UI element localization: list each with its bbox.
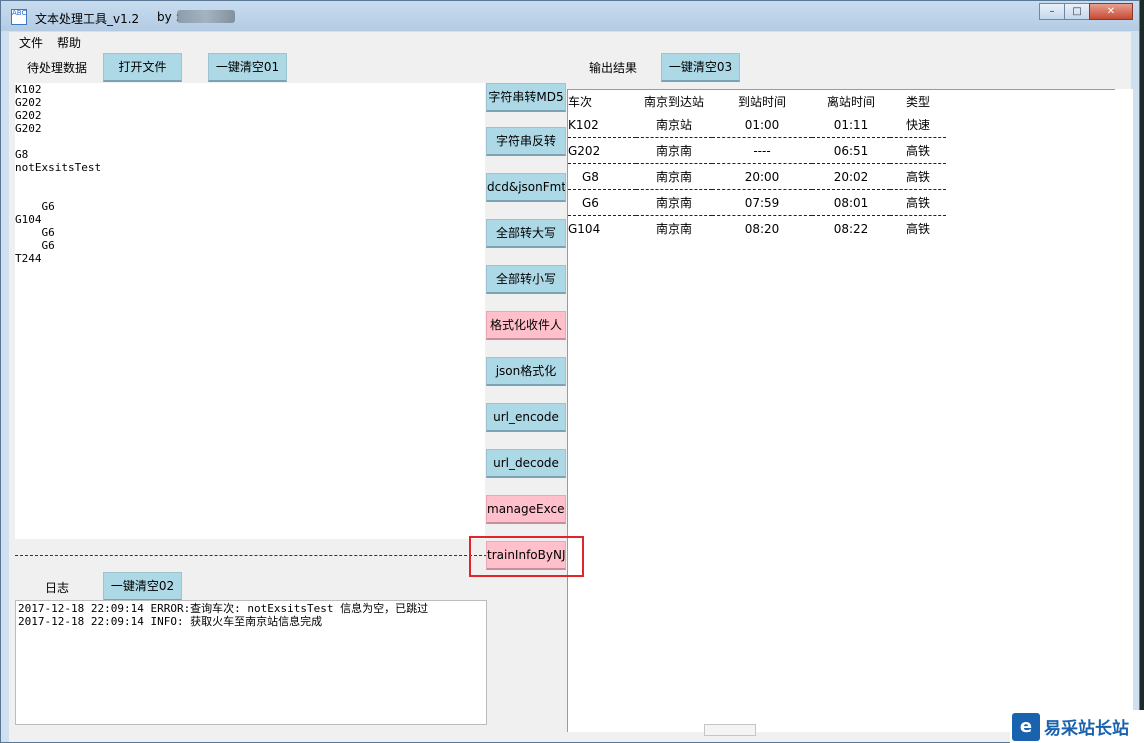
cell-arrive-time: 07:59	[712, 189, 812, 216]
cell-type: 高铁	[890, 137, 946, 164]
app-icon: ABC	[11, 9, 27, 25]
watermark-icon: e	[1012, 712, 1040, 741]
horizontal-scroll-thumb[interactable]	[704, 724, 756, 736]
header-train-no: 车次	[568, 94, 593, 109]
cell-arrive-time: ----	[712, 137, 812, 164]
client-area: 待处理数据 打开文件 一键清空01 K102 G202 G202 G202 G8…	[9, 51, 1133, 742]
window-controls: – □ ✕	[1039, 3, 1133, 21]
log-label: 日志	[45, 581, 70, 595]
app-window: ABC 文本处理工具_v1.2 by : – □ ✕ 文件 帮助 待处理数据 打…	[0, 0, 1140, 743]
tool-button-lowercase[interactable]: 全部转小写	[486, 265, 566, 294]
cell-depart-time: 08:22	[833, 221, 869, 236]
watermark-logo: e 易采站长站	[1010, 710, 1144, 743]
cell-type: 快速	[890, 112, 946, 138]
table-row: G104 南京南 08:20 08:22 高铁	[568, 216, 946, 242]
cell-station: 南京南	[636, 189, 712, 216]
close-button[interactable]: ✕	[1089, 3, 1133, 20]
open-file-button[interactable]: 打开文件	[103, 53, 182, 82]
input-label: 待处理数据	[27, 61, 88, 75]
divider	[15, 555, 487, 556]
maximize-button[interactable]: □	[1064, 3, 1090, 20]
input-textarea[interactable]: K102 G202 G202 G202 G8 notExsitsTest G6 …	[15, 83, 485, 539]
cell-train-no: G8	[568, 163, 636, 190]
tool-button-manage-excel[interactable]: manageExcel	[486, 495, 566, 524]
table-row: G202 南京南 ---- 06:51 高铁	[568, 137, 946, 164]
tool-button-format-recipient[interactable]: 格式化收件人	[486, 311, 566, 340]
cell-arrive-time: 08:20	[744, 221, 780, 236]
cell-arrive-time: 20:00	[712, 163, 812, 190]
cell-station: 南京南	[636, 137, 712, 164]
cell-station: 南京站	[636, 112, 712, 138]
header-arrive-time: 到站时间	[737, 94, 786, 109]
cell-train-no: K102	[568, 112, 636, 138]
tool-button-md5[interactable]: 字符串转MD5	[486, 83, 566, 112]
cell-station: 南京南	[655, 222, 692, 236]
cell-depart-time: 08:01	[812, 189, 890, 216]
highlight-box	[469, 536, 584, 577]
header-station: 南京到达站	[643, 94, 704, 109]
title-bar: ABC 文本处理工具_v1.2 by : – □ ✕	[1, 1, 1139, 31]
cell-arrive-time: 01:00	[712, 112, 812, 138]
cell-station: 南京南	[636, 163, 712, 190]
cell-type: 高铁	[890, 163, 946, 190]
tool-button-url-encode[interactable]: url_encode	[486, 403, 566, 432]
menu-file[interactable]: 文件	[19, 34, 43, 51]
header-type: 类型	[905, 94, 930, 109]
menu-bar: 文件 帮助	[9, 32, 1131, 52]
log-textarea[interactable]: 2017-12-18 22:09:14 ERROR:查询车次: notExsit…	[15, 600, 487, 725]
cell-type: 高铁	[905, 222, 930, 236]
output-label: 输出结果	[589, 61, 638, 75]
table-row: G8 南京南 20:00 20:02 高铁	[568, 163, 946, 190]
menu-help[interactable]: 帮助	[57, 34, 81, 51]
tool-button-json-format[interactable]: json格式化	[486, 357, 566, 386]
blurred-author-name	[177, 10, 235, 23]
tool-button-reverse[interactable]: 字符串反转	[486, 127, 566, 156]
clear-output-button[interactable]: 一键清空03	[661, 53, 740, 82]
window-title: 文本处理工具_v1.2	[35, 12, 140, 26]
table-row: K102 南京站 01:00 01:11 快速	[568, 112, 946, 138]
cell-type: 高铁	[890, 189, 946, 216]
cell-train-no: G104	[568, 221, 601, 236]
output-scrollbar[interactable]	[1115, 89, 1133, 731]
tool-button-dcd-jsonfmt[interactable]: dcd&jsonFmt	[486, 173, 566, 202]
clear-log-button[interactable]: 一键清空02	[103, 572, 182, 601]
watermark-text: 易采站长站	[1044, 719, 1129, 739]
output-header-row: 车次 南京到达站 到站时间 离站时间 类型	[568, 90, 946, 112]
header-depart-time: 离站时间	[826, 94, 875, 109]
tool-button-uppercase[interactable]: 全部转大写	[486, 219, 566, 248]
cell-depart-time: 06:51	[812, 137, 890, 164]
minimize-button[interactable]: –	[1039, 3, 1065, 20]
cell-depart-time: 20:02	[812, 163, 890, 190]
cell-train-no: G6	[568, 189, 636, 216]
tool-button-url-decode[interactable]: url_decode	[486, 449, 566, 478]
table-row: G6 南京南 07:59 08:01 高铁	[568, 189, 946, 216]
clear-input-button[interactable]: 一键清空01	[208, 53, 287, 82]
output-table: 车次 南京到达站 到站时间 离站时间 类型 K102 南京站 01:00 01:…	[568, 90, 946, 241]
output-panel[interactable]: 车次 南京到达站 到站时间 离站时间 类型 K102 南京站 01:00 01:…	[567, 89, 1116, 732]
cell-depart-time: 01:11	[812, 112, 890, 138]
cell-train-no: G202	[568, 137, 636, 164]
